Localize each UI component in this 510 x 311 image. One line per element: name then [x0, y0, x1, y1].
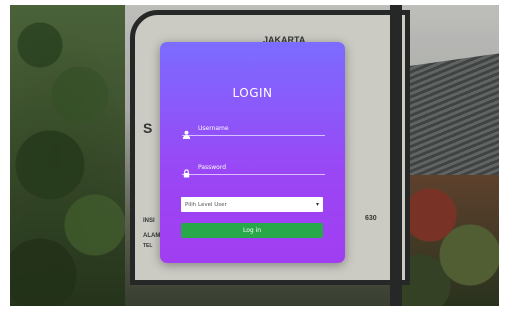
user-icon	[182, 124, 191, 139]
login-title: LOGIN	[232, 86, 273, 100]
username-placeholder: Username	[198, 124, 229, 132]
login-card: LOGIN Username Password Pilih Level User…	[160, 42, 345, 263]
password-field[interactable]: Password	[182, 160, 325, 178]
lock-icon	[182, 163, 191, 178]
username-field[interactable]: Username	[182, 121, 325, 139]
chevron-down-icon: ▾	[315, 201, 319, 208]
level-user-select[interactable]: Pilih Level User ▾	[181, 197, 323, 212]
login-button[interactable]: Log in	[181, 223, 323, 238]
level-user-select-value: Pilih Level User	[185, 201, 227, 208]
password-placeholder: Password	[198, 163, 227, 171]
